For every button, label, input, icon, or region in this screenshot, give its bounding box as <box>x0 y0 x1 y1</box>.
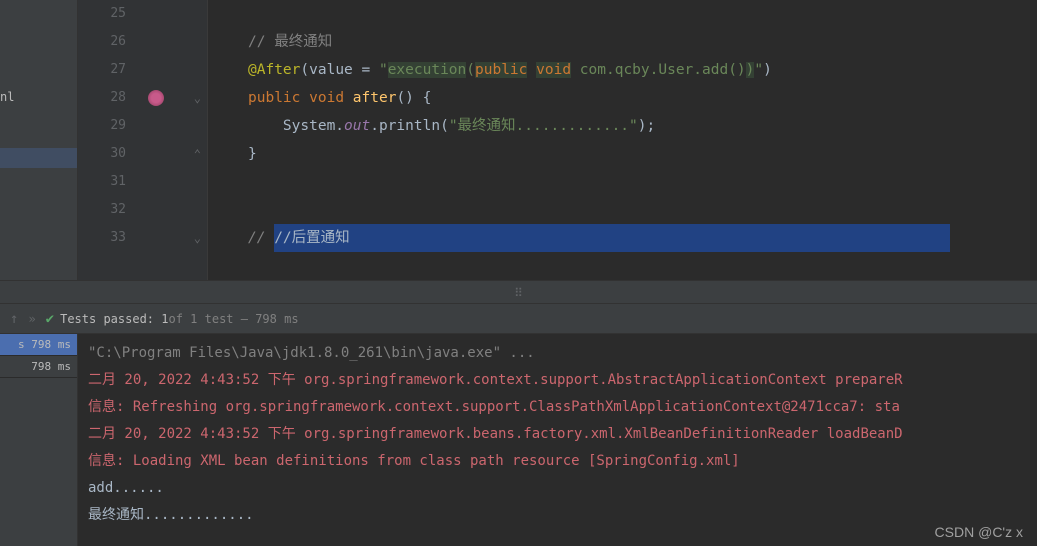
panel-selection <box>0 148 77 168</box>
test-tree-item[interactable]: 798 ms <box>0 356 77 378</box>
gutter-row[interactable] <box>138 196 207 224</box>
test-tree-item[interactable]: s 798 ms <box>0 334 77 356</box>
test-status-bar: ↑ » ✔ Tests passed: 1 of 1 test – 798 ms <box>0 304 1037 334</box>
line-number[interactable]: 32 <box>78 196 138 224</box>
code-editor[interactable]: // 最终通知@After(value = "execution(public … <box>208 0 1037 280</box>
gutter-row[interactable] <box>138 28 207 56</box>
tests-label: Tests passed: <box>60 312 154 326</box>
console-line: "C:\Program Files\Java\jdk1.8.0_261\bin\… <box>88 340 1027 367</box>
line-number[interactable]: 28 <box>78 84 138 112</box>
code-line[interactable]: // //后置通知 <box>208 224 1037 252</box>
chevrons-icon[interactable]: » <box>28 312 35 326</box>
fold-icon[interactable]: ⌄ <box>194 91 201 105</box>
code-line[interactable]: } <box>208 140 1037 168</box>
code-line[interactable]: public void after() { <box>208 84 1037 112</box>
line-number[interactable]: 30 <box>78 140 138 168</box>
gutter-icons[interactable]: ⌄ ⌃ ⌄ <box>138 0 208 280</box>
panel-divider[interactable]: ⠿ <box>0 280 1037 304</box>
editor-area: nl 252627282930313233 ⌄ ⌃ ⌄ // 最终通知@After(… <box>0 0 1037 280</box>
line-gutter[interactable]: 252627282930313233 <box>78 0 138 280</box>
watermark: CSDN @C'z x <box>935 524 1023 540</box>
line-number[interactable]: 27 <box>78 56 138 84</box>
line-number[interactable]: 33 <box>78 224 138 252</box>
line-number[interactable]: 29 <box>78 112 138 140</box>
up-arrow-icon[interactable]: ↑ <box>10 311 18 327</box>
gutter-row[interactable]: ⌃ <box>138 140 207 168</box>
line-number[interactable]: 31 <box>78 168 138 196</box>
console-line: add...... <box>88 475 1027 502</box>
check-icon: ✔ <box>46 311 54 327</box>
fold-icon[interactable]: ⌃ <box>194 147 201 161</box>
gutter-row[interactable]: ⌄ <box>138 84 207 112</box>
code-line[interactable]: System.out.println("最终通知............."); <box>208 112 1037 140</box>
test-tree[interactable]: s 798 ms798 ms <box>0 334 78 546</box>
console-output[interactable]: "C:\Program Files\Java\jdk1.8.0_261\bin\… <box>78 334 1037 546</box>
gutter-row[interactable] <box>138 0 207 28</box>
gutter-row[interactable] <box>138 56 207 84</box>
tests-of: of 1 test – 798 ms <box>169 312 299 326</box>
console-line: 信息: Refreshing org.springframework.conte… <box>88 394 1027 421</box>
console-line: 信息: Loading XML bean definitions from cl… <box>88 448 1027 475</box>
code-line[interactable] <box>208 196 1037 224</box>
spring-bean-icon[interactable] <box>148 90 164 106</box>
gutter-row[interactable] <box>138 112 207 140</box>
line-number[interactable]: 25 <box>78 0 138 28</box>
code-line[interactable]: @After(value = "execution(public void co… <box>208 56 1037 84</box>
run-panel: s 798 ms798 ms "C:\Program Files\Java\jd… <box>0 334 1037 546</box>
console-line: 最终通知............. <box>88 502 1027 529</box>
code-line[interactable] <box>208 0 1037 28</box>
panel-tag: nl <box>0 90 14 104</box>
console-line: 二月 20, 2022 4:43:52 下午 org.springframewo… <box>88 421 1027 448</box>
project-panel[interactable]: nl <box>0 0 78 280</box>
tests-passed-count: 1 <box>161 312 168 326</box>
code-line[interactable]: // 最终通知 <box>208 28 1037 56</box>
console-line: 二月 20, 2022 4:43:52 下午 org.springframewo… <box>88 367 1027 394</box>
line-number[interactable]: 26 <box>78 28 138 56</box>
fold-icon[interactable]: ⌄ <box>194 231 201 245</box>
gutter-row[interactable] <box>138 168 207 196</box>
code-line[interactable] <box>208 168 1037 196</box>
gutter-row[interactable]: ⌄ <box>138 224 207 252</box>
